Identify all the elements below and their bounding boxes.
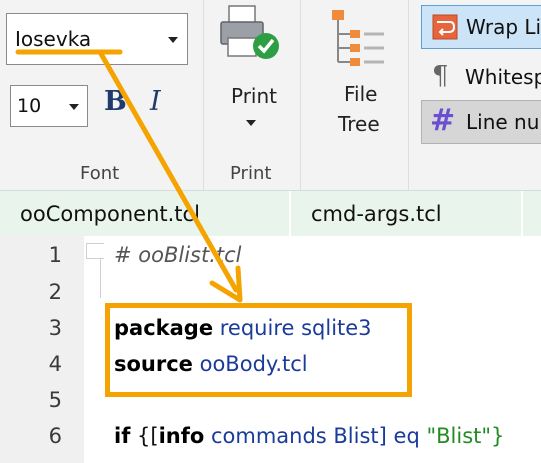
annotation-arrow <box>15 49 243 303</box>
